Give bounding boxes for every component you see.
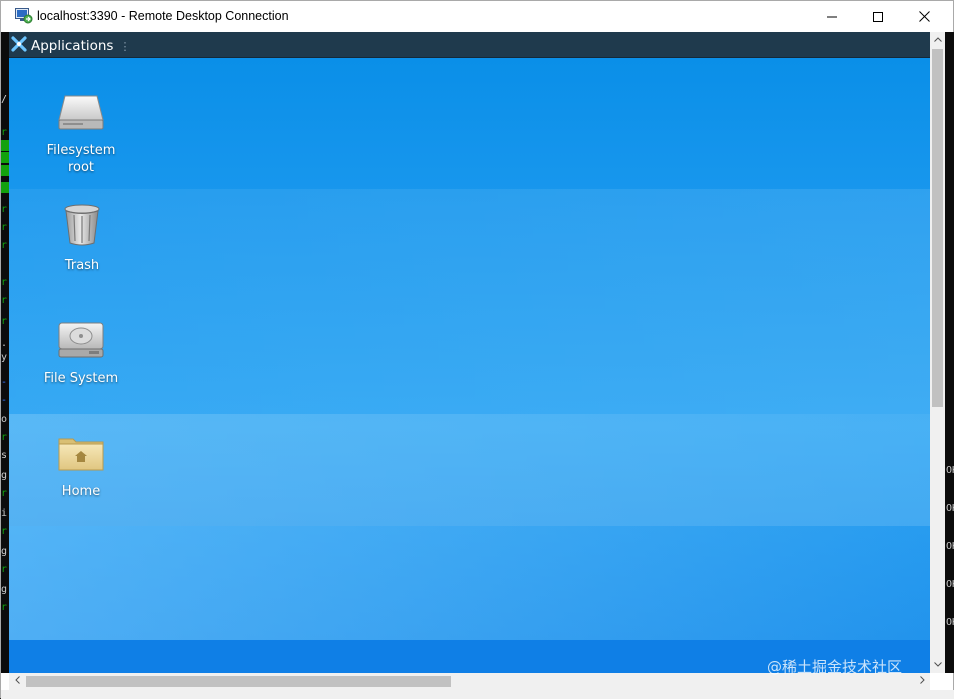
desktop-icon-file-system[interactable]: File System <box>26 320 136 387</box>
desktop-icon-trash[interactable]: Trash <box>27 203 137 274</box>
scroll-left-button[interactable] <box>9 673 25 690</box>
terminal-fragment: OK <box>946 503 954 514</box>
xfce-logo-icon <box>11 36 27 56</box>
desktop-icon-filesystem-root[interactable]: Filesystem root <box>26 92 136 176</box>
scroll-down-button[interactable] <box>930 657 945 673</box>
panel-separator: ⋮ <box>119 39 131 53</box>
scroll-right-button[interactable] <box>914 673 930 690</box>
applications-label: Applications <box>31 38 114 54</box>
vertical-scroll-thumb[interactable] <box>932 49 943 407</box>
desktop-icon-label: Home <box>61 484 101 499</box>
terminal-fragment: OK <box>946 617 954 628</box>
applications-menu-button[interactable]: Applications ⋮ <box>11 36 130 56</box>
scroll-up-button[interactable] <box>930 32 945 48</box>
remote-desktop-window: localhost:3390 - Remote Desktop Connecti… <box>0 0 954 699</box>
home-folder-icon <box>57 433 105 477</box>
wallpaper-band <box>9 414 930 526</box>
minimize-button[interactable] <box>809 1 855 32</box>
maximize-icon <box>873 7 883 26</box>
horizontal-scroll-thumb[interactable] <box>26 676 451 687</box>
chevron-left-icon <box>14 676 20 687</box>
host-terminal-left-strip: / r r r r r r r . y - - o r s g r i r g … <box>1 32 9 673</box>
desktop-icon-label: Filesystem root <box>46 143 116 175</box>
desktop-background[interactable]: Filesystem root Trash File System Home <box>9 58 930 673</box>
remote-session-area[interactable]: Applications ⋮ Filesystem root Trash Fil… <box>9 32 930 673</box>
xfce-top-panel: Applications ⋮ <box>9 32 930 58</box>
close-button[interactable] <box>901 1 947 32</box>
desktop-icon-label: Trash <box>64 258 100 273</box>
terminal-fragment: OK <box>946 541 954 552</box>
watermark-text: @稀土掘金技术社区 <box>767 658 903 676</box>
minimize-icon <box>827 7 837 26</box>
drive-icon <box>57 92 105 136</box>
title-bar[interactable]: localhost:3390 - Remote Desktop Connecti… <box>1 1 953 32</box>
remote-desktop-icon <box>15 8 33 24</box>
chevron-up-icon <box>933 35 942 45</box>
wallpaper-band <box>9 189 930 414</box>
desktop-icon-home[interactable]: Home <box>26 433 136 500</box>
host-terminal-right-strip: OK OK OK OK OK <box>945 32 954 673</box>
window-title: localhost:3390 - Remote Desktop Connecti… <box>37 9 289 23</box>
hard-disk-icon <box>57 320 105 364</box>
chevron-down-icon <box>933 660 942 670</box>
terminal-fragment: OK <box>946 465 954 476</box>
trash-icon <box>62 203 102 251</box>
desktop-icon-label: File System <box>43 371 119 386</box>
terminal-fragment: OK <box>946 579 954 590</box>
vertical-scrollbar[interactable] <box>930 32 945 673</box>
wallpaper-band <box>9 526 930 640</box>
close-icon <box>918 7 930 26</box>
maximize-button[interactable] <box>855 1 901 32</box>
chevron-right-icon <box>919 676 925 687</box>
